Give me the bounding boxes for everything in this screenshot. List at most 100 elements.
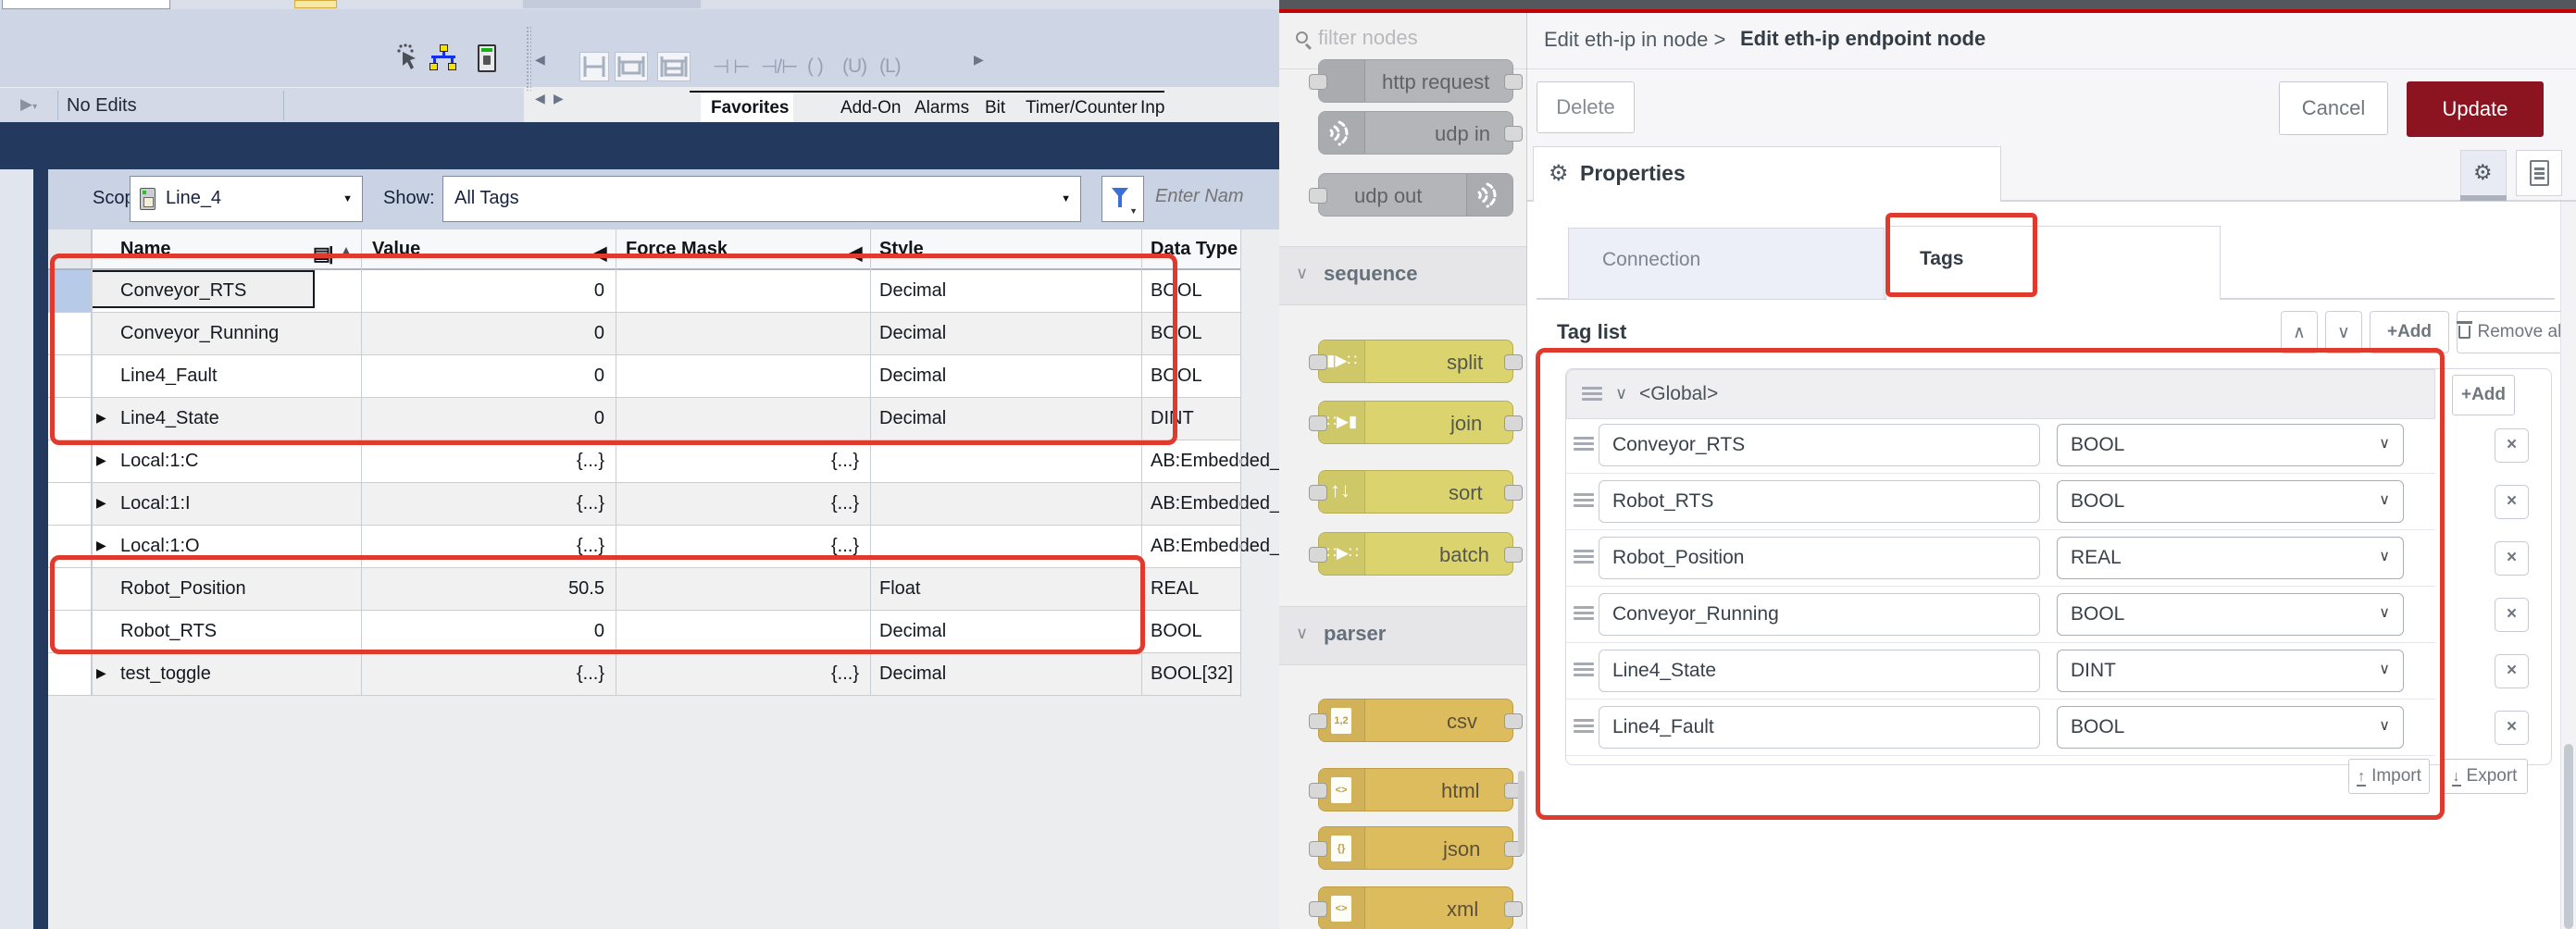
table-row[interactable]: Conveyor_RTS 0 Decimal BOOL	[48, 270, 1240, 313]
cell-value[interactable]: {...}	[577, 536, 604, 557]
tag-type-select[interactable]: BOOL∨	[2057, 706, 2404, 749]
palette-category-parser[interactable]: ∨ parser	[1279, 606, 1527, 665]
palette-node-udp-in[interactable]: udp in	[1318, 111, 1513, 155]
table-row[interactable]: Conveyor_Running 0 Decimal BOOL	[48, 313, 1240, 355]
show-select[interactable]: All Tags ▼	[442, 176, 1081, 222]
cell-type[interactable]: BOOL	[1151, 365, 1202, 387]
cell-name[interactable]: Robot_RTS	[120, 621, 217, 642]
tabs-scroll-left-icon[interactable]: ◀	[535, 91, 545, 106]
branch-level-button[interactable]	[657, 52, 691, 81]
select-pointer-icon[interactable]	[393, 43, 421, 74]
palette-search-input[interactable]	[1318, 26, 1503, 50]
cell-style[interactable]: Decimal	[879, 408, 946, 429]
ote-instruction-icon[interactable]: ( )	[807, 56, 823, 78]
expand-arrow-icon[interactable]: ▶	[96, 495, 106, 511]
tag-name-input[interactable]	[1599, 480, 2040, 523]
tag-name-input[interactable]	[1599, 650, 2040, 692]
scroll-right-icon[interactable]: ▶	[974, 52, 984, 68]
panel-scrollbar-track[interactable]	[2560, 202, 2576, 929]
palette-node-xml[interactable]: <> xml	[1318, 886, 1513, 929]
toolbar-combobox[interactable]	[2, 0, 170, 9]
tag-type-select[interactable]: BOOL∨	[2057, 480, 2404, 523]
group-add-button[interactable]: +Add	[2452, 375, 2515, 415]
force-monitor-icon[interactable]: ◀	[848, 242, 862, 265]
pending-edits-icon[interactable]: ▶▾	[20, 95, 37, 114]
table-row[interactable]: Robot_RTS 0 Decimal BOOL	[48, 611, 1240, 653]
import-button[interactable]: ↑Import	[2348, 759, 2430, 794]
tab-addon[interactable]: Add-On	[840, 98, 901, 118]
cell-force-mask[interactable]: {...}	[831, 663, 859, 685]
name-filter-input[interactable]	[1155, 186, 1244, 207]
tag-type-select[interactable]: BOOL∨	[2057, 593, 2404, 636]
table-row[interactable]: Robot_Position 50.5 Float REAL	[48, 568, 1240, 611]
chevron-down-icon[interactable]: ∨	[1615, 384, 1627, 403]
palette-node-csv[interactable]: 1,2 csv	[1318, 699, 1513, 742]
panel-scrollbar-thumb[interactable]	[2564, 744, 2573, 929]
name-sort-icon[interactable]: ▤|	[313, 242, 332, 266]
cell-value[interactable]: 0	[594, 408, 604, 429]
expand-arrow-icon[interactable]: ▶	[96, 538, 106, 553]
cell-type[interactable]: BOOL	[1151, 621, 1202, 642]
expand-arrow-icon[interactable]: ▶	[96, 452, 106, 468]
otl-instruction-icon[interactable]: (L)	[879, 56, 901, 78]
scroll-left-icon[interactable]: ◀	[535, 52, 545, 68]
xio-instruction-icon[interactable]: ⊣/⊢	[761, 56, 797, 79]
xic-instruction-icon[interactable]: ⊣ ⊢	[713, 56, 749, 79]
drag-handle-icon[interactable]	[1574, 663, 1594, 677]
row-selector[interactable]	[48, 568, 92, 610]
cell-name[interactable]: Local:1:O	[120, 536, 200, 557]
remove-tag-button[interactable]: ×	[2495, 428, 2529, 463]
palette-node-http-request[interactable]: http request	[1318, 59, 1513, 103]
tab-connection[interactable]: Connection	[1568, 228, 1885, 299]
table-row[interactable]: Line4_Fault 0 Decimal BOOL	[48, 355, 1240, 398]
col-name[interactable]: Name	[120, 239, 170, 260]
cell-style[interactable]: Decimal	[879, 663, 946, 685]
tag-type-select[interactable]: BOOL∨	[2057, 424, 2404, 466]
cell-type[interactable]: BOOL	[1151, 323, 1202, 344]
expand-arrow-icon[interactable]: ▶	[96, 665, 106, 681]
tabs-scroll-right-icon[interactable]: ▶	[554, 91, 564, 106]
toolbar-drag-handle[interactable]	[526, 26, 531, 91]
palette-node-join[interactable]: ∷▶▮ join	[1318, 401, 1513, 444]
delete-button[interactable]: Delete	[1537, 81, 1635, 133]
row-selector[interactable]	[48, 398, 92, 440]
cell-value[interactable]: {...}	[577, 451, 604, 472]
cell-value[interactable]: 0	[594, 621, 604, 642]
col-data-type[interactable]: Data Type	[1151, 239, 1238, 260]
drag-handle-icon[interactable]	[1574, 437, 1594, 452]
row-selector[interactable]	[48, 313, 92, 354]
remove-all-button[interactable]: Remove all	[2457, 311, 2568, 353]
tag-group-header[interactable]: ∨ <Global>	[1566, 369, 2435, 419]
palette-category-sequence[interactable]: ∨ sequence	[1279, 246, 1527, 305]
remove-tag-button[interactable]: ×	[2495, 654, 2529, 688]
tab-favorites[interactable]: Favorites	[711, 98, 789, 118]
palette-scrollbar[interactable]	[1518, 771, 1524, 854]
move-up-button[interactable]: ∧	[2281, 311, 2318, 353]
drag-handle-icon[interactable]	[1574, 606, 1594, 621]
value-monitor-icon[interactable]: ◀	[592, 242, 606, 265]
tag-name-input[interactable]	[1599, 706, 2040, 749]
cell-type[interactable]: DINT	[1151, 408, 1194, 429]
table-row[interactable]: ▶ Local:1:O {...} {...} AB:Embedded_Disc…	[48, 526, 1240, 568]
palette-node-split[interactable]: ▮▶∷ split	[1318, 340, 1513, 383]
expand-arrow-icon[interactable]: ▶	[96, 410, 106, 426]
tag-type-select[interactable]: REAL∨	[2057, 537, 2404, 579]
row-selector[interactable]	[48, 653, 92, 695]
cell-value[interactable]: {...}	[577, 663, 604, 685]
cell-style[interactable]: Decimal	[879, 365, 946, 387]
cell-type[interactable]: REAL	[1151, 578, 1199, 600]
cell-style[interactable]: Decimal	[879, 280, 946, 302]
network-who-active-icon[interactable]	[428, 44, 459, 70]
export-button[interactable]: ↓Export	[2441, 759, 2528, 794]
palette-node-sort[interactable]: ↑↓ sort	[1318, 470, 1513, 514]
node-docs-button[interactable]	[2516, 150, 2562, 196]
sort-asc-icon[interactable]: ▲	[341, 243, 352, 256]
row-selector[interactable]	[48, 526, 92, 567]
cell-name[interactable]: Robot_Position	[120, 578, 246, 600]
breadcrumb-parent[interactable]: Edit eth-ip in node	[1544, 28, 1708, 51]
drag-handle-icon[interactable]	[1574, 493, 1594, 508]
scope-select[interactable]: Line_4 ▼	[130, 176, 363, 222]
tab-timer-counter[interactable]: Timer/Counter	[1026, 98, 1138, 118]
remove-tag-button[interactable]: ×	[2495, 541, 2529, 576]
row-selector[interactable]	[48, 355, 92, 397]
